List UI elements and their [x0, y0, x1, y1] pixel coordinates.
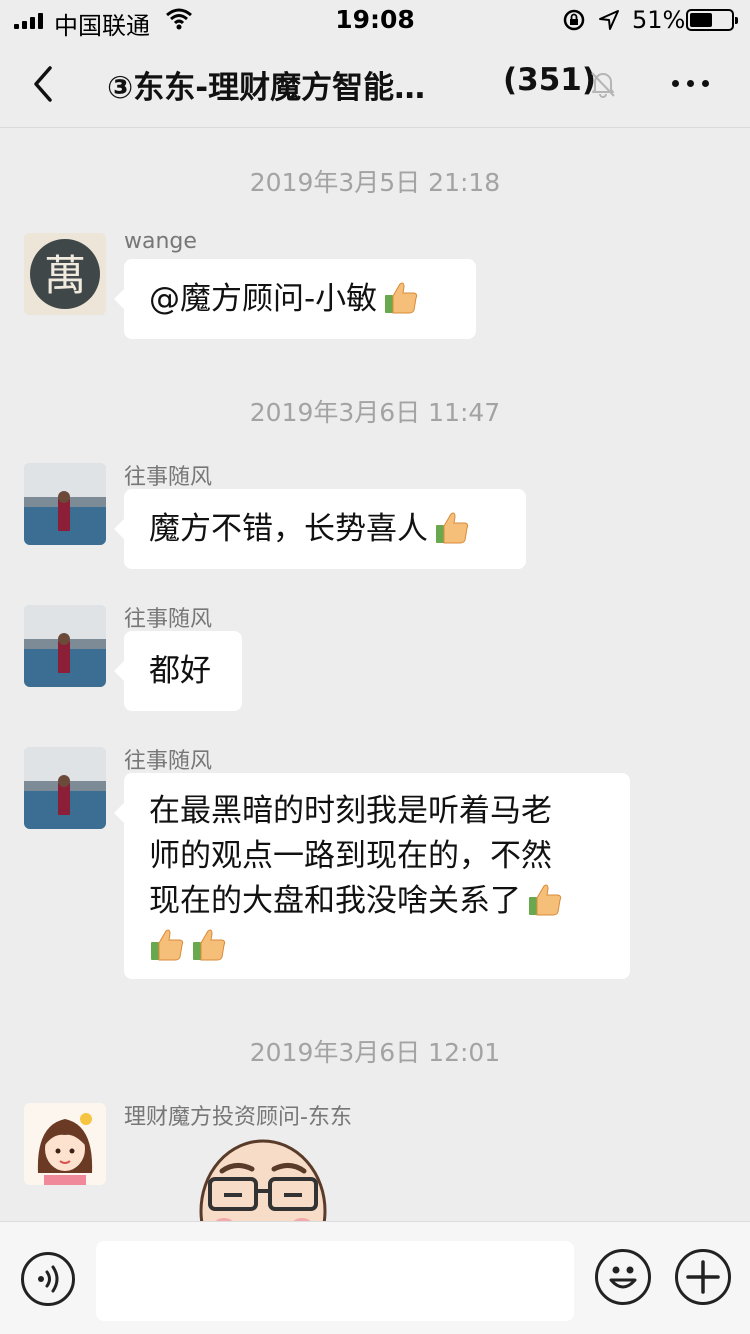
- message-text: 魔方不错，长势喜人: [149, 511, 428, 547]
- message-text: @魔方顾问-小敏: [149, 281, 378, 317]
- sender-name: 往事随风: [124, 465, 213, 490]
- message-bubble[interactable]: 都好: [114, 631, 242, 711]
- message-text-line: 在最黑暗的时刻我是听着马老: [149, 793, 552, 829]
- battery-icon: [686, 9, 738, 31]
- thumbs-up-emoji-icon: [436, 512, 469, 544]
- message-timestamp: 2019年3月6日 11:47: [249, 398, 501, 427]
- sender-name: 往事随风: [124, 749, 213, 774]
- thumbs-up-emoji-icon: [529, 884, 562, 916]
- thumbs-up-emoji-icon: [193, 929, 226, 961]
- smiley-icon: [609, 1266, 637, 1289]
- thumbs-up-emoji-icon: [385, 282, 418, 314]
- avatar[interactable]: [24, 605, 106, 687]
- sender-name: 往事随风: [124, 607, 213, 632]
- avatar[interactable]: [24, 747, 106, 829]
- more-options-button[interactable]: [672, 80, 709, 87]
- message-timestamp: 2019年3月5日 21:18: [249, 168, 501, 197]
- chat-title: ③东东-理财魔方智能…: [107, 70, 426, 106]
- message-bubble[interactable]: @魔方顾问-小敏: [114, 259, 476, 339]
- message-input[interactable]: [96, 1241, 574, 1321]
- avatar[interactable]: [24, 463, 106, 545]
- chat-header: ③东东-理财魔方智能… (351): [0, 40, 750, 128]
- member-count: (351): [503, 62, 597, 98]
- plus-icon: [686, 1260, 720, 1294]
- message-list[interactable]: 2019年3月5日 21:18 萬 wange @魔方顾问-小敏 2019年3月…: [0, 129, 750, 1221]
- back-button[interactable]: [26, 64, 66, 104]
- mute-bell-icon: [591, 72, 615, 98]
- emoji-button[interactable]: [595, 1249, 651, 1305]
- voice-icon: [38, 1265, 59, 1293]
- message-bubble[interactable]: 魔方不错，长势喜人: [114, 489, 526, 569]
- more-functions-button[interactable]: [675, 1249, 731, 1305]
- avatar[interactable]: [24, 1103, 106, 1185]
- voice-input-button[interactable]: [21, 1252, 75, 1306]
- message-text-line: 师的观点一路到现在的，不然: [149, 838, 552, 874]
- status-bar: 中国联通 19:08 51%: [0, 0, 750, 40]
- sender-name: 理财魔方投资顾问-东东: [124, 1105, 352, 1130]
- input-toolbar: [0, 1221, 750, 1334]
- svg-text:萬: 萬: [44, 251, 86, 300]
- sender-name: wange: [124, 229, 197, 254]
- location-arrow-icon: [599, 10, 619, 30]
- avatar[interactable]: 萬: [24, 233, 106, 315]
- message-text: 都好: [149, 653, 211, 689]
- rotation-lock-icon: [563, 9, 585, 31]
- sticker-image[interactable]: [196, 1139, 330, 1221]
- message-text-line: 现在的大盘和我没啥关系了: [149, 883, 521, 919]
- thumbs-up-emoji-icon: [151, 929, 184, 961]
- message-bubble[interactable]: 在最黑暗的时刻我是听着马老 师的观点一路到现在的，不然 现在的大盘和我没啥关系了: [114, 773, 630, 979]
- battery-percentage: 51%: [632, 6, 686, 34]
- message-timestamp: 2019年3月6日 12:01: [249, 1038, 501, 1067]
